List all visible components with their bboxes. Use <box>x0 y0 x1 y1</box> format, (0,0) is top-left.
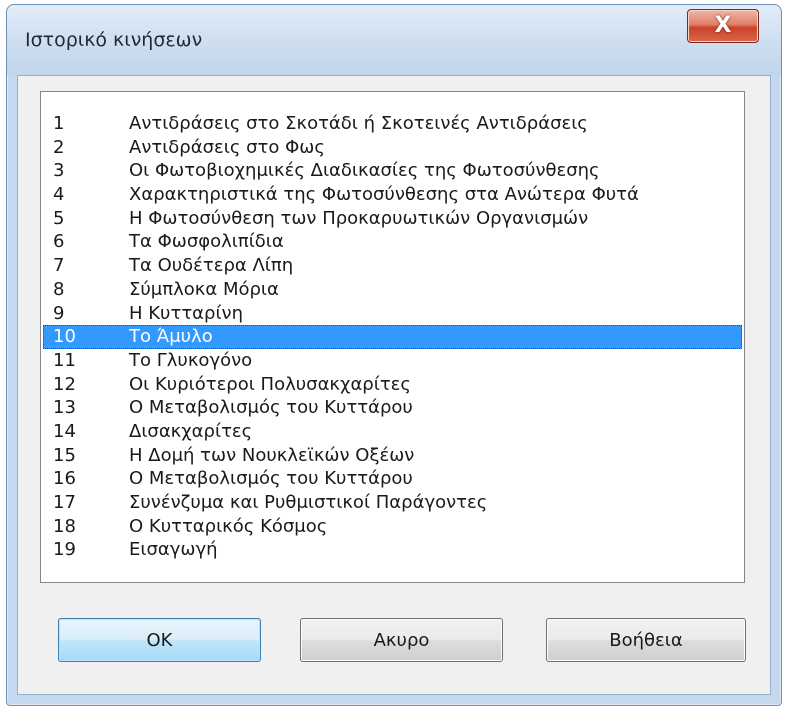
list-item[interactable]: 3 Οι Φωτοβιοχημικές Διαδικασίες της Φωτοσ… <box>43 159 742 183</box>
list-item-label: Χαρακτηριστικά της Φωτοσύνθεσης στα Ανώτ… <box>129 184 639 206</box>
list-item[interactable]: 16 Ο Μεταβολισμός του Κυττάρου <box>43 467 742 491</box>
cancel-button-label: Ακυρο <box>373 629 430 651</box>
list-item[interactable]: 10 Το Άμυλο <box>43 325 742 349</box>
ok-button[interactable]: OK <box>58 618 261 662</box>
help-button-label: Βοήθεια <box>609 629 683 651</box>
list-item-label: Τα Ουδέτερα Λίπη <box>129 255 294 277</box>
list-item-label: Η Φωτοσύνθεση των Προκαρυωτικών Οργανισμ… <box>129 207 589 229</box>
list-item-number: 6 <box>53 231 65 253</box>
list-item[interactable]: 15 Η Δομή των Νουκλεϊκών Οξέων <box>43 444 742 468</box>
list-item-number: 2 <box>53 136 65 158</box>
list-item[interactable]: 11 Το Γλυκογόνο <box>43 349 742 373</box>
list-item-number: 4 <box>53 184 65 206</box>
list-item-number: 1 <box>53 113 65 134</box>
list-item-label: Τα Φωσφολιπίδια <box>129 231 284 253</box>
list-item-number: 15 <box>53 444 76 466</box>
list-item[interactable]: 8 Σύμπλοκα Μόρια <box>43 278 742 302</box>
list-item[interactable]: 14 Δισακχαρίτες <box>43 420 742 444</box>
list-item-label: Ο Μεταβολισμός του Κυττάρου <box>129 468 413 490</box>
dialog-title: Ιστορικό κινήσεων <box>25 29 203 51</box>
list-item-label: Αντιδράσεις στο Σκοτάδι ή Σκοτεινές Αντι… <box>129 113 588 134</box>
list-item-number: 19 <box>53 539 76 561</box>
list-item[interactable]: 19 Εισαγωγή <box>43 538 742 562</box>
list-item-number: 17 <box>53 492 76 513</box>
cancel-button[interactable]: Ακυρο <box>300 618 503 662</box>
list-item-label: Ο Μεταβολισμός του Κυττάρου <box>129 397 413 419</box>
list-item[interactable]: 7 Τα Ουδέτερα Λίπη <box>43 254 742 278</box>
list-item[interactable]: 1 Αντιδράσεις στο Σκοτάδι ή Σκοτεινές Αντ… <box>43 112 742 136</box>
close-icon: X <box>714 13 732 38</box>
list-item[interactable]: 4 Χαρακτηριστικά της Φωτοσύνθεσης στα Ανώ… <box>43 183 742 207</box>
list-item-label: Οι Φωτοβιοχημικές Διαδικασίες της Φωτοσύ… <box>129 160 600 182</box>
list-item-number: 18 <box>53 515 76 537</box>
list-item[interactable]: 18 Ο Κυτταρικός Κόσμος <box>43 515 742 539</box>
list-item[interactable]: 2 Αντιδράσεις στο Φως <box>43 136 742 160</box>
list-item-label: Η Κυτταρίνη <box>129 302 243 324</box>
list-item[interactable]: 13 Ο Μεταβολισμός του Κυττάρου <box>43 396 742 420</box>
list-item-number: 13 <box>53 397 76 419</box>
list-item-number: 9 <box>53 302 65 324</box>
close-button[interactable]: X <box>687 9 759 43</box>
list-item-number: 10 <box>53 326 76 348</box>
help-button[interactable]: Βοήθεια <box>546 618 746 662</box>
list-item-label: Το Γλυκογόνο <box>129 349 253 371</box>
list-item-label: Η Δομή των Νουκλεϊκών Οξέων <box>129 444 415 466</box>
list-item[interactable]: 6 Τα Φωσφολιπίδια <box>43 230 742 254</box>
list-item[interactable]: 12 Οι Κυριότεροι Πολυσακχαρίτες <box>43 373 742 397</box>
list-item[interactable]: 17 Συνένζυμα και Ρυθμιστικοί Παράγοντες <box>43 491 742 515</box>
list-item-label: Οι Κυριότεροι Πολυσακχαρίτες <box>129 373 411 395</box>
list-item-number: 5 <box>53 207 65 229</box>
list-item-number: 3 <box>53 160 65 182</box>
list-item-number: 14 <box>53 420 76 442</box>
list-item-number: 8 <box>53 278 65 300</box>
list-item-label: Ο Κυτταρικός Κόσμος <box>129 515 328 537</box>
history-list[interactable]: 1 Αντιδράσεις στο Σκοτάδι ή Σκοτεινές Αντ… <box>40 91 745 583</box>
history-dialog: Ιστορικό κινήσεων X 1 Αντιδράσεις στο Σκο… <box>6 4 782 706</box>
dialog-body: 1 Αντιδράσεις στο Σκοτάδι ή Σκοτεινές Αντ… <box>17 75 771 695</box>
ok-button-label: OK <box>146 629 173 651</box>
list-item-label: Συνένζυμα και Ρυθμιστικοί Παράγοντες <box>129 492 488 513</box>
list-item-number: 11 <box>53 349 76 371</box>
list-item-label: Το Άμυλο <box>129 326 213 348</box>
list-item-number: 16 <box>53 468 76 490</box>
list-item-number: 12 <box>53 373 76 395</box>
list-item[interactable]: 9 Η Κυτταρίνη <box>43 302 742 326</box>
list-item-label: Δισακχαρίτες <box>129 420 253 442</box>
list-item-label: Εισαγωγή <box>129 539 218 561</box>
list-item-label: Αντιδράσεις στο Φως <box>129 136 325 158</box>
list-item[interactable]: 5 Η Φωτοσύνθεση των Προκαρυωτικών Οργανισ… <box>43 207 742 231</box>
list-item-number: 7 <box>53 255 65 277</box>
list-item-label: Σύμπλοκα Μόρια <box>129 278 279 300</box>
title-bar[interactable]: Ιστορικό κινήσεων X <box>7 5 781 75</box>
